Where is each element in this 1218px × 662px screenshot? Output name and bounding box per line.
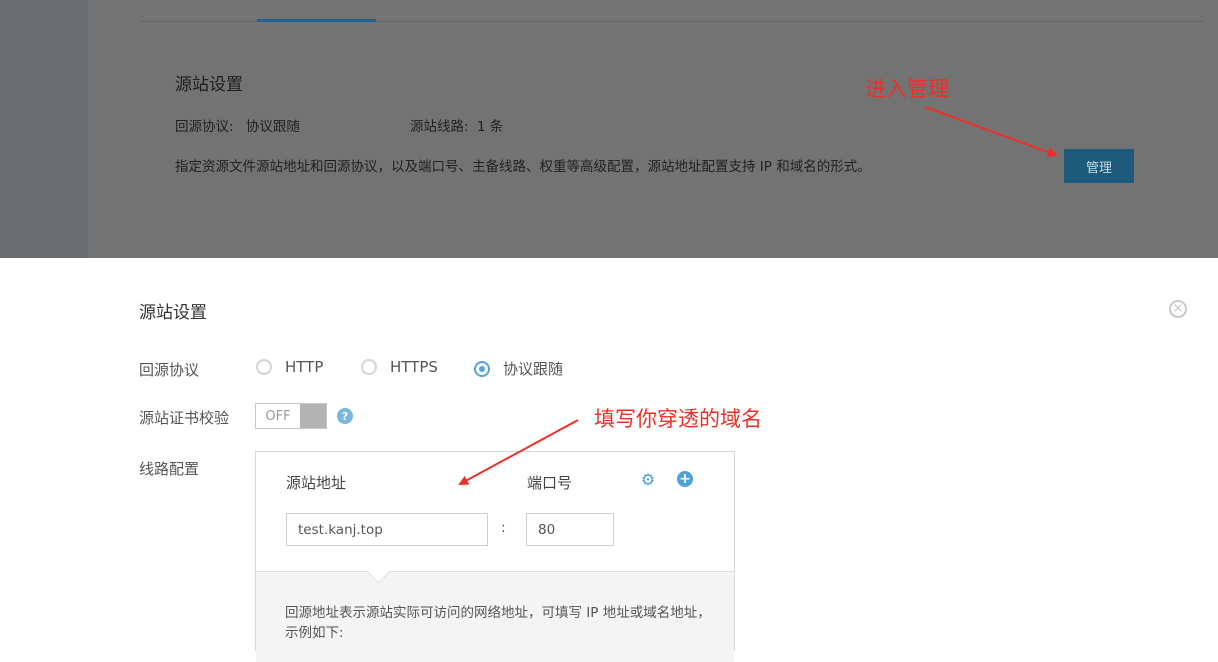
section-title: 源站设置 (175, 75, 243, 95)
gear-icon[interactable]: ⚙ (640, 470, 656, 489)
background-overlay: 源站设置 回源协议: 协议跟随 源站线路: 1 条 指定资源文件源站地址和回源协… (0, 0, 1218, 258)
radio-follow-label: 协议跟随 (503, 360, 564, 378)
radio-http[interactable]: HTTP (256, 358, 323, 376)
address-header: 源站地址 (286, 474, 347, 492)
background-sidebar (0, 0, 88, 258)
radio-http-label: HTTP (285, 358, 324, 376)
lines-info-value: 1 条 (476, 119, 504, 135)
port-input[interactable] (526, 513, 614, 546)
section-description: 指定资源文件源站地址和回源协议，以及端口号、主备线路、权重等高级配置，源站地址配… (175, 159, 871, 175)
toggle-state-text: OFF (256, 404, 300, 428)
radio-circle-icon[interactable] (361, 359, 377, 375)
manage-button[interactable]: 管理 (1064, 149, 1134, 183)
protocol-label: 回源协议 (139, 361, 200, 379)
annotation-fill-domain: 填写你穿透的域名 (594, 407, 762, 431)
radio-https[interactable]: HTTPS (361, 358, 438, 376)
protocol-info-label: 回源协议: (175, 119, 234, 135)
lines-info-label: 源站线路: (410, 119, 469, 135)
radio-checked-icon[interactable] (474, 360, 490, 377)
route-config-label: 线路配置 (139, 460, 200, 478)
close-icon[interactable]: × (1169, 300, 1187, 318)
cert-check-label: 源站证书校验 (139, 409, 230, 427)
route-note: 回源地址表示源站实际可访问的网络地址，可填写 IP 地址或域名地址，示例如下: (256, 571, 734, 662)
lines-info: 源站线路: 1 条 (410, 115, 503, 135)
radio-follow[interactable]: 协议跟随 (474, 358, 563, 379)
add-circle-icon[interactable]: + (677, 471, 693, 487)
radio-circle-icon[interactable] (256, 359, 272, 375)
toggle-knob[interactable] (300, 404, 326, 428)
route-config-panel: 源站地址 端口号 ⚙ + : 回源地址表示源站实际可访问的网络地址，可填写 IP… (255, 451, 735, 662)
active-tab-indicator (257, 19, 376, 22)
colon-separator: : (501, 520, 506, 536)
radio-https-label: HTTPS (390, 358, 438, 376)
port-header: 端口号 (527, 474, 573, 492)
protocol-info: 回源协议: 协议跟随 (175, 115, 300, 135)
modal-title: 源站设置 (139, 303, 207, 323)
origin-address-input[interactable] (286, 513, 488, 546)
protocol-info-value: 协议跟随 (245, 119, 300, 135)
origin-settings-modal: 源站设置 × 回源协议 HTTP HTTPS 协议跟随 源站证书校验 OFF ?… (0, 258, 1218, 662)
cert-check-toggle[interactable]: OFF (255, 403, 327, 429)
help-icon[interactable]: ? (337, 408, 353, 424)
annotation-enter-manage: 进入管理 (865, 77, 949, 101)
route-note-text: 回源地址表示源站实际可访问的网络地址，可填写 IP 地址或域名地址，示例如下: (285, 605, 711, 641)
